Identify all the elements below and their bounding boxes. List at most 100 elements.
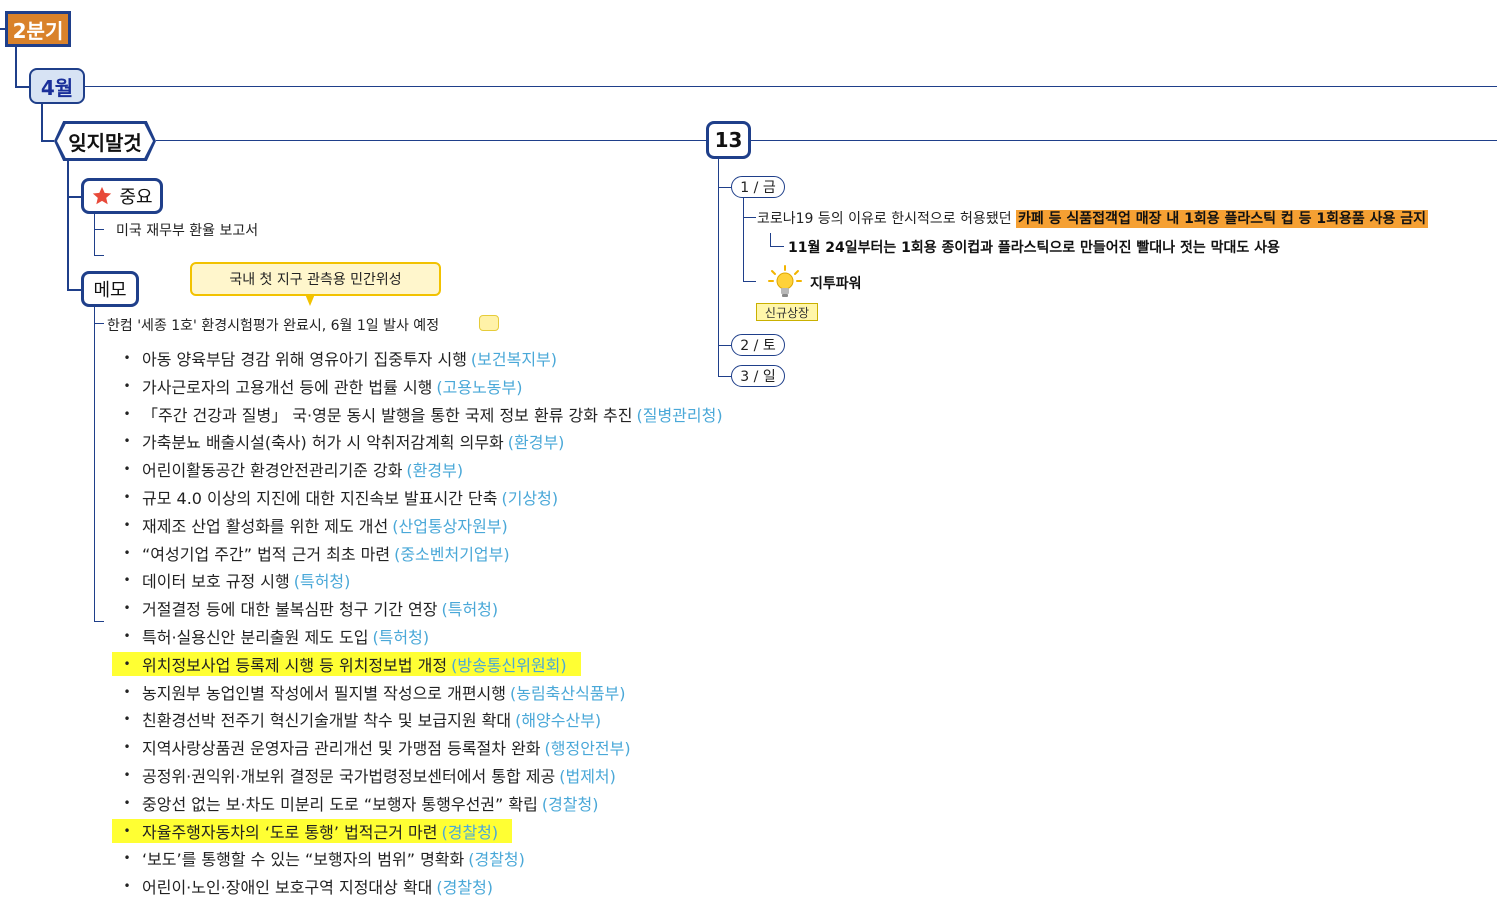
day-node-3[interactable]: 3 / 일	[731, 365, 785, 387]
connector-line	[94, 307, 95, 622]
memo-bullet-item[interactable]: • 가축분뇨 배출시설(축사) 허가 시 악취저감계획 의무화 (환경부)	[112, 429, 564, 453]
bullet-agency: (환경부)	[406, 461, 464, 481]
memo-bullet-item[interactable]: • 공정위·권익위·개보위 결정문 국가법령정보센터에서 통합 제공 (법제처)	[112, 763, 616, 787]
bullet-dot: •	[123, 629, 131, 643]
connector-line	[41, 104, 43, 141]
connector-line	[15, 47, 17, 87]
connector-line	[94, 229, 104, 230]
memo-bullet-item[interactable]: • 「주간 건강과 질병」 국·영문 동시 발행을 통한 국제 정보 환류 강화 …	[112, 402, 723, 426]
memo-bullet-item[interactable]: • 데이터 보호 규정 시행 (특허청)	[112, 568, 350, 592]
memo-bullet-item[interactable]: • ‘보도’를 통행할 수 있는 “보행자의 범위” 명확화 (경찰청)	[112, 846, 525, 870]
bullet-dot: •	[123, 462, 131, 477]
bullet-dot: •	[123, 378, 131, 393]
bullet-dot: •	[123, 656, 131, 671]
memo-bullet-item[interactable]: • 자율주행자동차의 ‘도로 통행’ 법적근거 마련 (경찰청)	[112, 818, 513, 843]
bullet-dot: •	[123, 851, 131, 866]
bullet-text: 친환경선박 전주기 혁신기술개발 착수 및 보급지원 확대	[142, 711, 512, 731]
bullet-dot: •	[123, 795, 131, 810]
bullet-agency: (경찰청)	[436, 878, 494, 898]
connector-line	[156, 140, 706, 141]
week-node[interactable]: 13	[706, 121, 751, 159]
bullet-text: 아동 양육부담 경감 위해 영유아기 집중투자 시행	[142, 350, 467, 369]
memo-bullet-item[interactable]: • 특허·실용신안 분리출원 제도 도입 (특허청)	[112, 624, 429, 648]
month-label: 4월	[40, 75, 74, 100]
connector-line	[718, 376, 731, 377]
connector-line	[94, 323, 104, 324]
bullet-agency: (환경부)	[507, 433, 565, 453]
reminder-label: 잊지말것	[68, 130, 142, 155]
bullet-agency: (경찰청)	[541, 794, 599, 814]
connector-line	[743, 281, 756, 282]
day-label: 3 / 일	[740, 369, 776, 385]
bullet-text: 「주간 건강과 질병」 국·영문 동시 발행을 통한 국제 정보 환류 강화 추…	[142, 405, 633, 425]
bullet-agency: (기상청)	[501, 489, 559, 508]
memo-bullet-item[interactable]: • “여성기업 주간” 법적 근거 최초 마련 (중소벤처기업부)	[112, 541, 509, 565]
news-item[interactable]: 코로나19 등의 이유로 한시적으로 허용됐던 카페 등 식품접객업 매장 내 …	[757, 208, 1429, 228]
bullet-text: 어린이·노인·장애인 보호구역 지정대상 확대	[142, 878, 433, 898]
connector-line	[743, 198, 744, 282]
quarter-node[interactable]: 2분기	[5, 11, 71, 47]
bullet-text: 거절결정 등에 대한 불복심판 청구 기간 연장	[142, 600, 438, 620]
memo-bullet-item[interactable]: • 어린이활동공간 환경안전관리기준 강화 (환경부)	[112, 457, 463, 481]
bullet-text: 위치정보사업 등록제 시행 등 위치정보법 개정	[142, 655, 448, 675]
bullet-agency: (법제처)	[559, 767, 616, 786]
note-icon[interactable]	[479, 315, 499, 331]
bullet-dot: •	[123, 545, 131, 560]
bullet-agency: (행정안전부)	[544, 739, 631, 759]
bullet-text: “여성기업 주간” 법적 근거 최초 마련	[142, 544, 391, 564]
memo-main-text[interactable]: 한컴 '세종 1호' 환경시험평가 완료시, 6월 1일 발사 예정	[107, 315, 439, 335]
connector-line	[751, 140, 1497, 141]
connector-line	[15, 86, 29, 88]
bullet-agency: (경찰청)	[468, 850, 525, 870]
connector-line	[67, 161, 69, 291]
memo-bullet-item[interactable]: • 거절결정 등에 대한 불복심판 청구 기간 연장 (특허청)	[112, 596, 498, 620]
bullet-agency: (고용노동부)	[436, 377, 523, 397]
bullet-dot: •	[123, 406, 131, 421]
bullet-dot: •	[123, 879, 131, 894]
bullet-text: 자율주행자동차의 ‘도로 통행’ 법적근거 마련	[142, 822, 438, 842]
connector-line	[85, 86, 1497, 87]
bullet-agency: (보건복지부)	[470, 350, 558, 369]
important-label: 중요	[119, 187, 153, 208]
connector-line	[94, 214, 95, 256]
bullet-agency: (질병관리청)	[636, 405, 723, 425]
memo-bullet-item[interactable]: • 지역사랑상품권 운영자금 관리개선 및 가맹점 등록절차 완화 (행정안전부)	[112, 735, 631, 759]
connector-line	[718, 345, 731, 346]
bullet-text: 지역사랑상품권 운영자금 관리개선 및 가맹점 등록절차 완화	[142, 739, 541, 759]
memo-bullet-item[interactable]: • 가사근로자의 고용개선 등에 관한 법률 시행 (고용노동부)	[112, 374, 522, 398]
reminder-node[interactable]: 잊지말것	[54, 121, 156, 161]
connector-line	[770, 246, 784, 247]
memo-bullet-item[interactable]: • 어린이·노인·장애인 보호구역 지정대상 확대 (경찰청)	[112, 874, 493, 898]
news-sub-item[interactable]: 11월 24일부터는 1회용 종이컵과 플라스틱으로 만들어진 빨대나 젓는 막…	[788, 237, 1280, 257]
memo-node[interactable]: 메모	[81, 271, 139, 307]
bullet-text: 어린이활동공간 환경안전관리기준 강화	[142, 461, 403, 481]
day-node-1[interactable]: 1 / 금	[731, 176, 785, 198]
bullet-text: 가축분뇨 배출시설(축사) 허가 시 악취저감계획 의무화	[142, 433, 504, 453]
connector-line	[67, 196, 81, 198]
month-node[interactable]: 4월	[29, 68, 85, 104]
memo-bullet-item[interactable]: • 재제조 산업 활성화를 위한 제도 개선 (산업통상자원부)	[112, 513, 508, 537]
bullet-dot: •	[123, 351, 131, 365]
bullet-text: 재제조 산업 활성화를 위한 제도 개선	[142, 516, 389, 536]
bullet-dot: •	[123, 573, 131, 588]
memo-bullet-item[interactable]: • 친환경선박 전주기 혁신기술개발 착수 및 보급지원 확대 (해양수산부)	[112, 707, 601, 731]
bullet-dot: •	[123, 434, 131, 449]
memo-bullet-item[interactable]: • 농지원부 농업인별 작성에서 필지별 작성으로 개편시행 (농림축산식품부)	[112, 680, 625, 704]
connector-line	[743, 217, 756, 218]
memo-callout[interactable]: 국내 첫 지구 관측용 민간위성	[190, 262, 441, 296]
memo-bullet-item[interactable]: • 아동 양육부담 경감 위해 영유아기 집중투자 시행 (보건복지부)	[112, 346, 557, 370]
badge-label: 신규상장	[764, 305, 810, 320]
bullet-text: 데이터 보호 규정 시행	[142, 572, 290, 592]
bullet-agency: (산업통상자원부)	[392, 516, 508, 536]
memo-bullet-item[interactable]: • 중앙선 없는 보·차도 미분리 도로 “보행자 통행우선권” 확립 (경찰청)	[112, 791, 598, 815]
connector-line	[718, 187, 731, 188]
connector-line	[94, 255, 104, 256]
day-node-2[interactable]: 2 / 토	[731, 334, 785, 356]
important-node[interactable]: 중요	[81, 178, 163, 214]
topic-label[interactable]: 지투파워	[810, 273, 862, 293]
important-item[interactable]: 미국 재무부 환율 보고서	[116, 220, 258, 240]
memo-bullet-item[interactable]: • 위치정보사업 등록제 시행 등 위치정보법 개정 (방송통신위원회)	[112, 651, 581, 676]
bullet-dot: •	[123, 740, 131, 755]
star-icon	[93, 186, 112, 205]
memo-bullet-item[interactable]: • 규모 4.0 이상의 지진에 대한 지진속보 발표시간 단축 (기상청)	[112, 485, 558, 509]
